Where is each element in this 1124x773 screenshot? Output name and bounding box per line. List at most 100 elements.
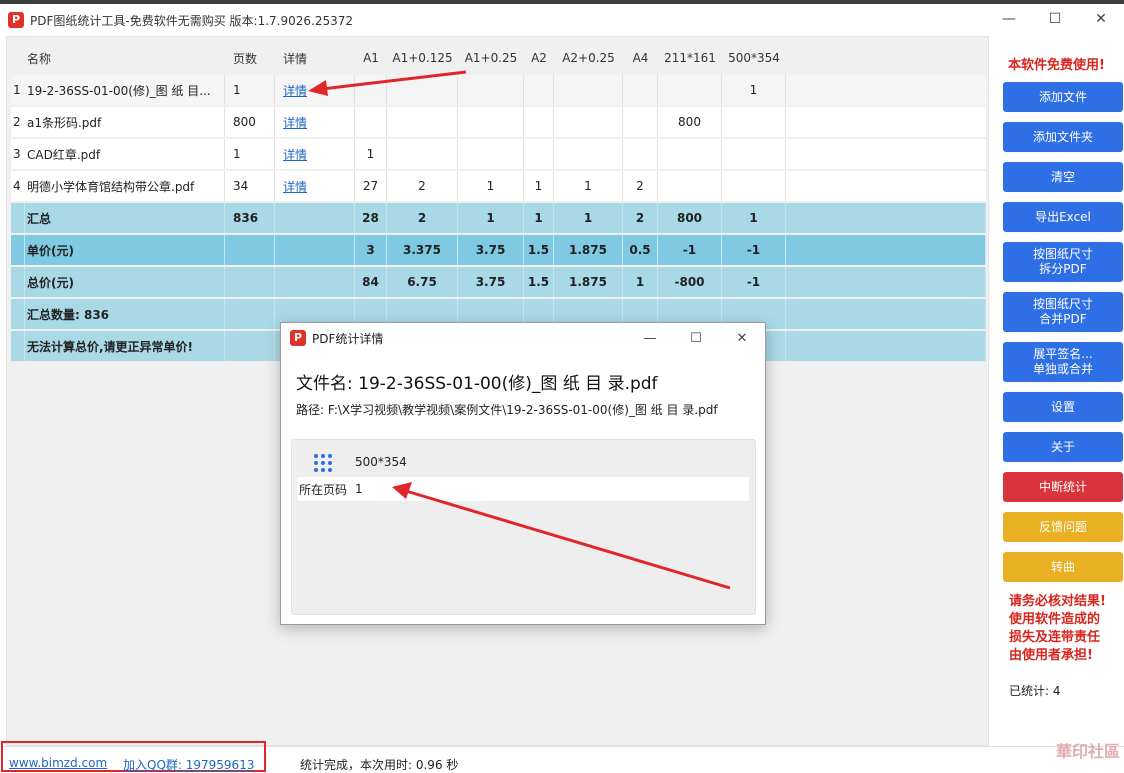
qq-group-link[interactable]: 加入QQ群: 197959613 xyxy=(123,756,254,773)
flatten-label-2: 单独或合并 xyxy=(1032,362,1093,376)
a2-025-cell: 1 xyxy=(554,171,623,201)
warning-label: 无法计算总价,请更正异常单价! xyxy=(25,331,225,361)
unit-price-500x354[interactable]: -1 xyxy=(722,235,786,265)
dialog-controls: — ☐ ✕ xyxy=(627,323,765,353)
table-row[interactable]: 2 a1条形码.pdf 800 详情 800 xyxy=(11,107,986,137)
a2-025-cell xyxy=(554,107,623,137)
a1-cell xyxy=(355,107,387,137)
header-a4[interactable]: A4 xyxy=(623,43,658,73)
feedback-button[interactable]: 反馈问题 xyxy=(1003,512,1123,542)
header-211x161[interactable]: 211*161 xyxy=(658,43,722,73)
disclaimer-line: 使用软件造成的 xyxy=(1009,612,1101,627)
header-500x354[interactable]: 500*354 xyxy=(722,43,786,73)
a2-cell xyxy=(524,75,554,105)
dialog-title-bar: P PDF统计详情 — ☐ ✕ xyxy=(281,323,765,353)
file-name-cell: CAD红章.pdf xyxy=(25,139,225,169)
disclaimer-line: 由使用者承担! xyxy=(1009,648,1093,663)
211x161-cell xyxy=(658,171,722,201)
title-bar: P PDF图纸统计工具-免费软件无需购买 版本:1.7.9026.25372 —… xyxy=(0,0,1124,36)
interrupt-button[interactable]: 中断统计 xyxy=(1003,472,1123,502)
detail-link[interactable]: 详情 xyxy=(283,82,307,99)
window-title: PDF图纸统计工具-免费软件无需购买 版本:1.7.9026.25372 xyxy=(30,13,353,28)
file-name-cell: a1条形码.pdf xyxy=(25,107,225,137)
row-index xyxy=(11,203,25,233)
header-detail[interactable]: 详情 xyxy=(275,43,355,73)
total-price-a4: 1 xyxy=(623,267,658,297)
summary-label: 汇总 xyxy=(25,203,225,233)
header-a2-025[interactable]: A2+0.25 xyxy=(554,43,623,73)
a4-cell: 2 xyxy=(623,171,658,201)
clear-button[interactable]: 清空 xyxy=(1003,162,1123,192)
header-a1[interactable]: A1 xyxy=(355,43,387,73)
a1-025-cell xyxy=(458,75,524,105)
settings-button[interactable]: 设置 xyxy=(1003,392,1123,422)
flatten-signature-button[interactable]: 展平签名... 单独或合并 xyxy=(1003,342,1123,382)
detail-link[interactable]: 详情 xyxy=(283,178,307,195)
file-name-cell: 19-2-36SS-01-00(修)_图 纸 目... xyxy=(25,75,225,105)
unit-price-a1-025[interactable]: 3.75 xyxy=(458,235,524,265)
page-size-panel: 500*354 所在页码 1 xyxy=(291,439,756,615)
maximize-button[interactable]: ☐ xyxy=(1032,4,1078,34)
header-a1-0125[interactable]: A1+0.125 xyxy=(387,43,458,73)
211x161-cell: 800 xyxy=(658,107,722,137)
header-index xyxy=(11,43,25,73)
detail-dialog: P PDF统计详情 — ☐ ✕ 文件名: 19-2-36SS-01-00(修)_… xyxy=(280,322,766,625)
unit-price-211x161[interactable]: -1 xyxy=(658,235,722,265)
table-row[interactable]: 4 明德小学体育馆结构带公章.pdf 34 详情 27 2 1 1 1 2 xyxy=(11,171,986,201)
detail-link[interactable]: 详情 xyxy=(283,114,307,131)
summary-a1: 28 xyxy=(355,203,387,233)
header-pages[interactable]: 页数 xyxy=(225,43,275,73)
file-name-cell: 明德小学体育馆结构带公章.pdf xyxy=(25,171,225,201)
dialog-maximize-button[interactable]: ☐ xyxy=(673,323,719,353)
table-header: 名称 页数 详情 A1 A1+0.125 A1+0.25 A2 A2+0.25 … xyxy=(11,43,986,73)
a2-cell: 1 xyxy=(524,171,554,201)
minimize-button[interactable]: — xyxy=(986,4,1032,34)
summary-211x161: 800 xyxy=(658,203,722,233)
table-row[interactable]: 1 19-2-36SS-01-00(修)_图 纸 目... 1 详情 1 xyxy=(11,75,986,105)
page-count-cell: 1 xyxy=(225,139,275,169)
merge-pdf-button[interactable]: 按图纸尺寸 合并PDF xyxy=(1003,292,1123,332)
app-logo-icon: P xyxy=(8,12,24,28)
detail-link[interactable]: 详情 xyxy=(283,146,307,163)
unit-price-a1-0125[interactable]: 3.375 xyxy=(387,235,458,265)
a1-cell xyxy=(355,75,387,105)
close-button[interactable]: ✕ xyxy=(1078,4,1124,34)
table-row[interactable]: 3 CAD红章.pdf 1 详情 1 xyxy=(11,139,986,169)
header-a1-025[interactable]: A1+0.25 xyxy=(458,43,524,73)
row-filler xyxy=(786,267,986,297)
add-folder-button[interactable]: 添加文件夹 xyxy=(1003,122,1123,152)
export-excel-button[interactable]: 导出Excel xyxy=(1003,202,1123,232)
add-file-button[interactable]: 添加文件 xyxy=(1003,82,1123,112)
header-a2[interactable]: A2 xyxy=(524,43,554,73)
dialog-minimize-button[interactable]: — xyxy=(627,323,673,353)
convert-curves-button[interactable]: 转曲 xyxy=(1003,552,1123,582)
header-filler xyxy=(786,43,986,73)
unit-price-a2-025[interactable]: 1.875 xyxy=(554,235,623,265)
results-table: 名称 页数 详情 A1 A1+0.125 A1+0.25 A2 A2+0.25 … xyxy=(11,43,986,363)
a4-cell xyxy=(623,75,658,105)
dialog-close-button[interactable]: ✕ xyxy=(719,323,765,353)
website-link[interactable]: www.bimzd.com xyxy=(9,756,107,770)
header-name[interactable]: 名称 xyxy=(25,43,225,73)
unit-price-a2[interactable]: 1.5 xyxy=(524,235,554,265)
row-filler xyxy=(786,299,986,329)
row-index: 1 xyxy=(13,83,21,97)
page-size-label: 500*354 xyxy=(355,455,407,469)
split-pdf-button[interactable]: 按图纸尺寸 拆分PDF xyxy=(1003,242,1123,282)
about-button[interactable]: 关于 xyxy=(1003,432,1123,462)
unit-price-pages xyxy=(225,235,275,265)
a1-0125-cell xyxy=(387,107,458,137)
row-filler xyxy=(786,75,986,105)
detail-cell: 详情 xyxy=(275,75,355,105)
merge-pdf-label-2: 合并PDF xyxy=(1039,312,1087,326)
free-notice: 本软件免费使用! xyxy=(1008,58,1105,73)
row-index xyxy=(11,299,25,329)
split-pdf-label-2: 拆分PDF xyxy=(1039,262,1087,276)
grid-icon[interactable] xyxy=(314,454,332,472)
unit-price-a4[interactable]: 0.5 xyxy=(623,235,658,265)
500x354-cell xyxy=(722,139,786,169)
unit-price-a1[interactable]: 3 xyxy=(355,235,387,265)
disclaimer-line: 请务必核对结果! xyxy=(1009,594,1106,609)
a1-cell: 27 xyxy=(355,171,387,201)
row-filler xyxy=(786,235,986,265)
